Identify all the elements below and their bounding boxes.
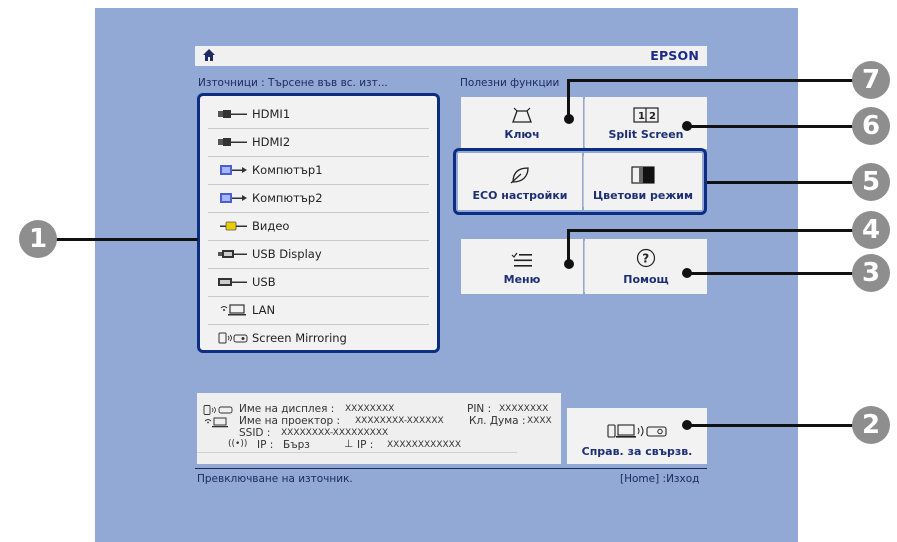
help-button[interactable]: ? Помощ: [585, 239, 707, 294]
source-item-video[interactable]: Видео: [208, 212, 429, 241]
callout-badge-2: 2: [852, 406, 890, 444]
callout-line: [567, 79, 870, 82]
projector-name-value: XXXXXXXX-XXXXXX: [355, 416, 444, 426]
source-item-hdmi1[interactable]: HDMI1: [208, 100, 429, 129]
source-list: HDMI1 HDMI2 Компютър1 Компютър2 Видео US…: [197, 93, 440, 353]
wired-ip-value: XXXXXXXXXXXX: [387, 440, 461, 450]
wired-lan-icon: ⊥: [344, 438, 354, 450]
connection-info-button[interactable]: Справ. за свързв.: [567, 408, 707, 464]
menu-label: Меню: [503, 273, 541, 286]
callout-line: [687, 125, 870, 128]
ssid-label: SSID :: [239, 427, 271, 439]
callout-line: [687, 272, 870, 275]
keystone-icon: [512, 107, 532, 123]
source-label: HDMI2: [252, 135, 291, 149]
wired-ip-label: IP :: [357, 439, 374, 451]
projector-connection-icon: [607, 424, 667, 438]
wifi-icon: ((•)): [228, 439, 248, 449]
svg-text:?: ?: [642, 252, 649, 266]
help-label: Помощ: [623, 273, 669, 286]
hdmi-icon: [208, 108, 248, 120]
screen-mirroring-icon: [208, 332, 248, 344]
info-divider: [197, 452, 517, 453]
home-icon[interactable]: [203, 49, 215, 62]
source-label: HDMI1: [252, 107, 291, 121]
callout-badge-3: 3: [852, 254, 890, 292]
callout-badge-5: 5: [852, 163, 890, 201]
source-item-hdmi2[interactable]: HDMI2: [208, 128, 429, 157]
split-screen-icon: 12: [633, 107, 659, 123]
keyword-value: XXXX: [527, 416, 552, 426]
callout-line: [567, 230, 570, 264]
top-bar: EPSON: [195, 46, 707, 66]
help-icon: ?: [636, 248, 656, 268]
lan-icon: [204, 417, 228, 428]
keystone-label: Ключ: [504, 128, 540, 141]
hdmi-icon: [208, 136, 248, 148]
display-name-label: Име на дисплея :: [239, 403, 335, 415]
network-info-panel: Име на дисплея : XXXXXXXX PIN : XXXXXXXX…: [197, 393, 561, 464]
wifi-ip-label: IP :: [257, 439, 274, 451]
keyword-label: Кл. Дума :: [469, 415, 526, 427]
callout-line: [40, 238, 198, 241]
usb-display-icon: [208, 248, 248, 260]
functions-heading: Полезни функции: [460, 77, 560, 89]
epson-logo: EPSON: [650, 48, 699, 63]
source-label: Screen Mirroring: [252, 331, 347, 345]
callout-line: [567, 229, 870, 232]
callout-badge-6: 6: [852, 107, 890, 145]
usb-icon: [208, 276, 248, 288]
source-item-lan[interactable]: LAN: [208, 296, 429, 325]
keystone-button[interactable]: Ключ: [461, 97, 583, 149]
computer-port-icon: [208, 192, 248, 204]
callout-line: [567, 80, 570, 118]
callout-badge-4: 4: [852, 211, 890, 249]
sources-heading: Източници : Търсене във вс. изт...: [198, 77, 388, 89]
lan-icon: [208, 304, 248, 316]
svg-text:1: 1: [638, 111, 645, 122]
wifi-ip-value: Бърз: [283, 439, 310, 451]
display-name-value: XXXXXXXX: [345, 404, 395, 414]
split-screen-label: Split Screen: [608, 128, 684, 141]
source-label: Компютър1: [252, 163, 323, 177]
source-item-computer1[interactable]: Компютър1: [208, 156, 429, 185]
footer-hint: Превключване на източник.: [197, 473, 353, 485]
connection-info-label: Справ. за свързв.: [581, 445, 693, 458]
menu-list-icon: [511, 252, 532, 267]
screen-mirroring-icon: [203, 405, 233, 415]
ssid-value: XXXXXXXX-XXXXXXXXX: [281, 428, 389, 438]
callout-badge-1: 1: [19, 220, 57, 258]
svg-text:2: 2: [649, 111, 656, 122]
computer-port-icon: [208, 164, 248, 176]
source-label: Видео: [252, 219, 290, 233]
source-label: Компютър2: [252, 191, 323, 205]
pin-label: PIN :: [467, 403, 492, 415]
source-item-computer2[interactable]: Компютър2: [208, 184, 429, 213]
footer-home-exit: [Home] :Изход: [620, 473, 700, 485]
callout-line: [687, 424, 870, 427]
callout-badge-7: 7: [852, 61, 890, 99]
source-label: USB Display: [252, 247, 322, 261]
source-label: USB: [252, 275, 276, 289]
video-port-icon: [208, 220, 248, 232]
source-label: LAN: [252, 303, 276, 317]
callout-line: [707, 181, 870, 184]
source-item-usb-display[interactable]: USB Display: [208, 240, 429, 269]
source-item-screen-mirroring[interactable]: Screen Mirroring: [208, 324, 429, 352]
source-item-usb[interactable]: USB: [208, 268, 429, 297]
pin-value: XXXXXXXX: [499, 404, 549, 414]
eco-color-highlight: [453, 148, 707, 215]
footer-divider: [195, 468, 707, 469]
projector-name-label: Име на проектор :: [239, 415, 341, 427]
